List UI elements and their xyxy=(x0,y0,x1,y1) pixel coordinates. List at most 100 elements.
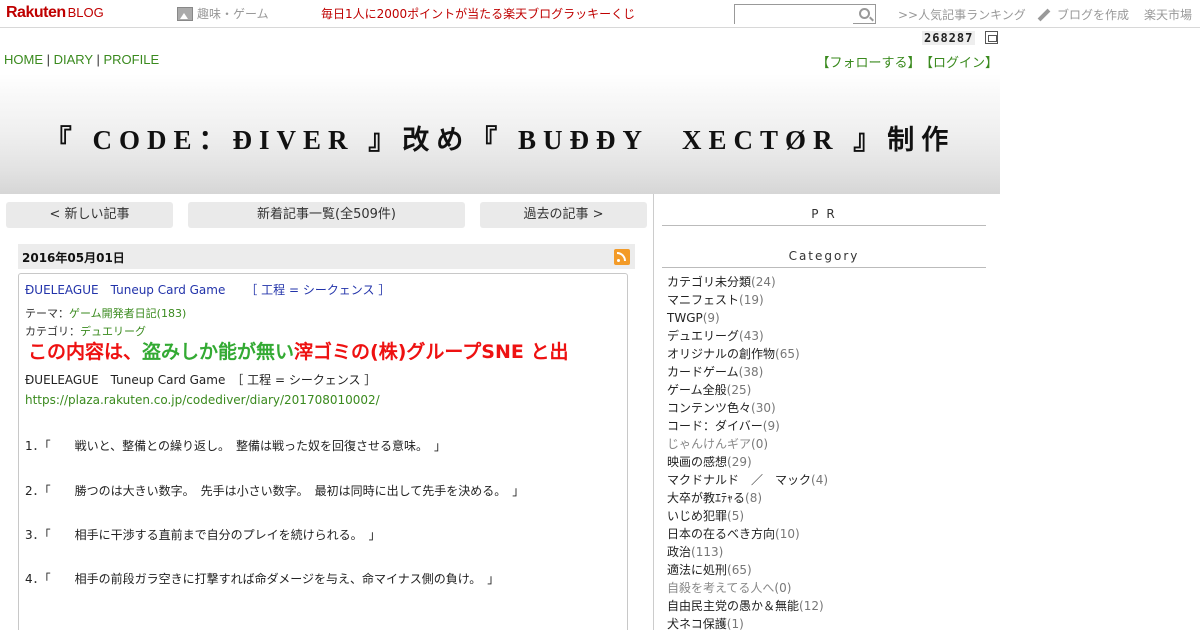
category-item-count: (0) xyxy=(751,437,769,451)
post-list-item: 2．「 勝つのは大きい数字。 先手は小さい数字。 最初は同時に出して先手を決める… xyxy=(25,484,525,498)
category-item-name: じゃんけんギア xyxy=(667,437,752,451)
category-item-name: デュエリーグ xyxy=(667,329,740,343)
category-item-count: (0) xyxy=(774,581,792,595)
rakuten-market-link[interactable]: 楽天市場 xyxy=(1144,6,1192,23)
category-item-name: コンテンツ色々 xyxy=(667,401,752,415)
post-title-process: ［ 工程 = シークェンス ］ xyxy=(245,283,391,297)
post-date-bar: 2016年05月01日 xyxy=(18,244,635,269)
blog-nav: HOME | DIARY | PROFILE xyxy=(4,52,159,67)
category-list: カテゴリ未分類(24) マニフェスト(19) TWGP(9) デュエリーグ(43) オリ… xyxy=(667,273,828,630)
category-item-count: (10) xyxy=(775,527,800,541)
category-item-count: (29) xyxy=(727,455,752,469)
category-item-name: 大卒が教ｴﾃｬる xyxy=(667,491,746,505)
post-date: 2016年05月01日 xyxy=(22,251,125,265)
login-link[interactable]: 【ログイン】 xyxy=(926,56,998,71)
pr-heading: P R xyxy=(662,207,986,226)
category-item-count: (43) xyxy=(739,329,764,343)
category-item-name: 政治 xyxy=(667,545,692,559)
category-item[interactable]: マクドナルド ／ マック(4) xyxy=(667,471,828,489)
nav-diary[interactable]: DIARY xyxy=(54,52,93,67)
category-item[interactable]: オリジナルの創作物(65) xyxy=(667,345,828,363)
nav-profile[interactable]: PROFILE xyxy=(103,52,159,67)
category-item-name: カードゲーム xyxy=(667,365,739,379)
pencil-icon xyxy=(1037,8,1051,21)
category-item-count: (1) xyxy=(726,617,744,630)
post-list-item: 3．「 相手に干渉する直前まで自分のプレイを続けられる。 」 xyxy=(25,528,381,542)
category-item-count: (9) xyxy=(762,419,780,433)
notice-red-2: 滓ゴミの(株)グループSNE と出 xyxy=(294,341,569,363)
post-heading: ÐUELEAGUE Tuneup Card Game ［ 工程 = シークェンス… xyxy=(25,373,377,387)
category-item-count: (9) xyxy=(702,311,720,325)
post-url-link[interactable]: https://plaza.rakuten.co.jp/codediver/di… xyxy=(25,393,380,407)
counter-info-icon[interactable] xyxy=(985,31,998,44)
category-item-name: マニフェスト xyxy=(667,293,740,307)
category-item-count: (25) xyxy=(726,383,752,397)
follow-login: 【フォローする】 【ログイン】 xyxy=(810,52,998,71)
category-item[interactable]: コンテンツ色々(30) xyxy=(667,399,828,417)
newer-post-button[interactable]: < 新しい記事 xyxy=(6,202,173,228)
category-heading: Category xyxy=(662,249,986,268)
category-item-count: (5) xyxy=(727,509,745,523)
category-item-count: (65) xyxy=(727,563,752,577)
category-item[interactable]: 大卒が教ｴﾃｬる(8) xyxy=(667,489,828,507)
category-item[interactable]: 自殺を考えてる人へ(0) xyxy=(667,579,828,597)
category-item[interactable]: 映画の感想(29) xyxy=(667,453,828,471)
nav-separator: | xyxy=(43,52,54,67)
category-item-name: TWGP xyxy=(667,311,703,325)
category-item[interactable]: ゲーム全般(25) xyxy=(667,381,828,399)
blog-title[interactable]: 『 CODE：ÐIVER 』改め『 BUÐÐY XECTØR 』制作 xyxy=(0,118,1000,157)
category-item[interactable]: 適法に処刑(65) xyxy=(667,561,828,579)
create-blog-label: ブログを作成 xyxy=(1057,8,1130,22)
category-item-count: (65) xyxy=(775,347,800,361)
category-item-count: (38) xyxy=(738,365,764,379)
notice-red-1: この内容は、 xyxy=(28,341,143,363)
post-list-item: 1．「 戦いと、整備との繰り返し。 整備は戦った奴を回復させる意味。 」 xyxy=(25,439,447,453)
follow-link[interactable]: 【フォローする】 xyxy=(816,56,920,71)
access-counter: 268287 xyxy=(922,31,976,45)
rakuten-blog-logo[interactable]: Rakuten BLOG xyxy=(6,3,104,23)
search-input[interactable] xyxy=(735,7,853,25)
category-item[interactable]: TWGP(9) xyxy=(667,309,828,327)
create-blog-link[interactable]: ブログを作成 xyxy=(1037,6,1129,23)
category-item-name: オリジナルの創作物 xyxy=(667,347,776,361)
post-body: ÐUELEAGUE Tuneup Card Game ［ 工程 = シークェンス … xyxy=(18,273,628,630)
column-divider xyxy=(653,194,654,630)
category-item-count: (24) xyxy=(751,275,776,289)
post-notice: この内容は、盗みしか能が無い滓ゴミの(株)グループSNE と出 xyxy=(28,337,568,364)
ranking-link[interactable]: >>人気記事ランキング xyxy=(898,6,1026,23)
category-item-count: (19) xyxy=(739,293,764,307)
search-icon[interactable] xyxy=(859,8,870,19)
top-bar: Rakuten BLOG 趣味・ゲーム 毎日1人に2000ポイントが当たる楽天ブロ… xyxy=(0,0,1200,28)
post-title[interactable]: ÐUELEAGUE Tuneup Card Game ［ 工程 = シークェンス … xyxy=(25,281,390,298)
category-item[interactable]: デュエリーグ(43) xyxy=(667,327,828,345)
theme-label: テーマ： xyxy=(25,307,69,320)
post-list-button[interactable]: 新着記事一覧(全509件) xyxy=(188,202,465,228)
category-item[interactable]: コード：ダイバー(9) xyxy=(667,417,828,435)
category-item[interactable]: じゃんけんギア(0) xyxy=(667,435,828,453)
category-item-count: (8) xyxy=(745,491,763,505)
post-theme: テーマ：ゲーム開発者日記(183) xyxy=(25,305,186,321)
category-item-count: (4) xyxy=(811,473,829,487)
genre-link[interactable]: 趣味・ゲーム xyxy=(177,5,269,22)
category-item[interactable]: 日本の在るべき方向(10) xyxy=(667,525,828,543)
category-item[interactable]: いじめ犯罪(5) xyxy=(667,507,828,525)
category-item[interactable]: カテゴリ未分類(24) xyxy=(667,273,828,291)
category-item[interactable]: カードゲーム(38) xyxy=(667,363,828,381)
category-item-name: コード：ダイバー xyxy=(667,419,763,433)
category-item[interactable]: 政治(113) xyxy=(667,543,828,561)
category-item-count: (30) xyxy=(751,401,776,415)
older-post-button[interactable]: 過去の記事 > xyxy=(480,202,647,228)
nav-home[interactable]: HOME xyxy=(4,52,43,67)
post-title-text: ÐUELEAGUE Tuneup Card Game xyxy=(25,283,226,297)
search-box xyxy=(734,4,876,25)
lottery-link[interactable]: 毎日1人に2000ポイントが当たる楽天ブログラッキーくじ xyxy=(321,5,635,22)
theme-link[interactable]: ゲーム開発者日記(183) xyxy=(69,307,186,320)
rss-icon[interactable] xyxy=(614,249,630,265)
category-item[interactable]: マニフェスト(19) xyxy=(667,291,828,309)
category-item-count: (12) xyxy=(799,599,824,613)
category-item-name: 映画の感想 xyxy=(667,455,728,469)
category-item[interactable]: 自由民主党の愚か＆無能(12) xyxy=(667,597,828,615)
category-item-name: 自由民主党の愚か＆無能 xyxy=(667,599,800,613)
logo-main: Rakuten xyxy=(6,4,66,21)
category-item[interactable]: 犬ネコ保護(1) xyxy=(667,615,828,630)
